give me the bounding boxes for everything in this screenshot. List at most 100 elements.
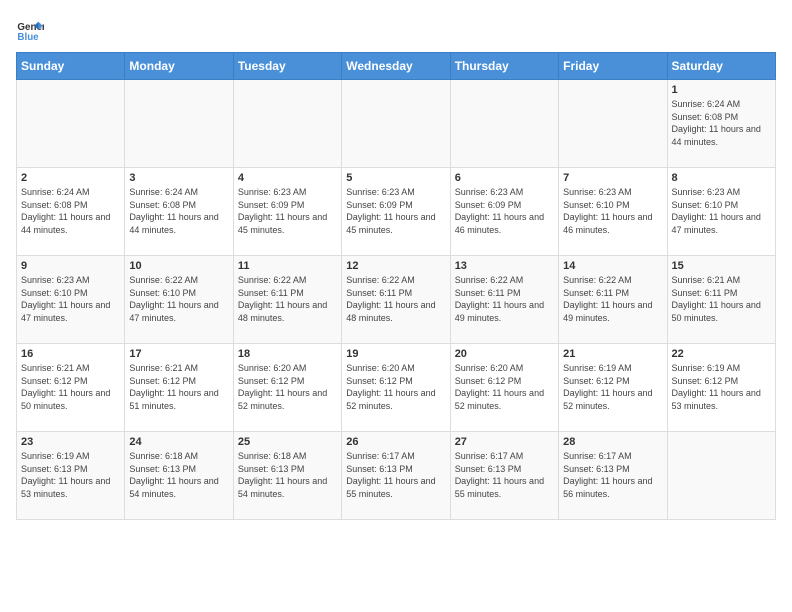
day-info: Sunrise: 6:19 AM Sunset: 6:13 PM Dayligh… (21, 450, 120, 500)
day-number: 4 (238, 172, 337, 184)
header-friday: Friday (559, 53, 667, 80)
calendar-week-3: 9 Sunrise: 6:23 AM Sunset: 6:10 PM Daylig… (17, 256, 776, 344)
calendar-cell: 25Sunrise: 6:18 AM Sunset: 6:13 PM Dayli… (233, 432, 341, 520)
calendar-cell (450, 80, 558, 168)
day-number: 5 (346, 172, 445, 184)
calendar-cell (667, 432, 775, 520)
calendar-week-4: 16 Sunrise: 6:21 AM Sunset: 6:12 PM Dayli… (17, 344, 776, 432)
day-info: Sunrise: 6:21 AM Sunset: 6:12 PM Dayligh… (21, 362, 120, 412)
calendar-cell: 14 Sunrise: 6:22 AM Sunset: 6:11 PM Dayli… (559, 256, 667, 344)
day-info: Sunrise: 6:18 AM Sunset: 6:13 PM Dayligh… (129, 450, 228, 500)
day-number: 15 (672, 260, 771, 272)
calendar-cell: 19 Sunrise: 6:20 AM Sunset: 6:12 PM Dayli… (342, 344, 450, 432)
logo-icon: General Blue (16, 16, 44, 44)
calendar-cell: 16 Sunrise: 6:21 AM Sunset: 6:12 PM Dayli… (17, 344, 125, 432)
day-number: 10 (129, 260, 228, 272)
calendar-cell: 22Sunrise: 6:19 AM Sunset: 6:12 PM Dayli… (667, 344, 775, 432)
calendar-cell (559, 80, 667, 168)
calendar-cell: 28 Sunrise: 6:17 AM Sunset: 6:13 PM Dayli… (559, 432, 667, 520)
svg-text:Blue: Blue (17, 32, 39, 43)
day-info: Sunrise: 6:22 AM Sunset: 6:10 PM Dayligh… (129, 274, 228, 324)
calendar-cell: 7 Sunrise: 6:23 AM Sunset: 6:10 PM Daylig… (559, 168, 667, 256)
calendar-cell: 21 Sunrise: 6:19 AM Sunset: 6:12 PM Dayli… (559, 344, 667, 432)
day-number: 22 (672, 348, 771, 360)
calendar-week-1: 1 Sunrise: 6:24 AM Sunset: 6:08 PM Daylig… (17, 80, 776, 168)
day-number: 3 (129, 172, 228, 184)
calendar-cell: 4Sunrise: 6:23 AM Sunset: 6:09 PM Daylig… (233, 168, 341, 256)
calendar-week-2: 2 Sunrise: 6:24 AM Sunset: 6:08 PM Daylig… (17, 168, 776, 256)
calendar-cell: 9 Sunrise: 6:23 AM Sunset: 6:10 PM Daylig… (17, 256, 125, 344)
calendar-cell (233, 80, 341, 168)
header-sunday: Sunday (17, 53, 125, 80)
calendar-cell: 27 Sunrise: 6:17 AM Sunset: 6:13 PM Dayli… (450, 432, 558, 520)
calendar-cell: 1 Sunrise: 6:24 AM Sunset: 6:08 PM Daylig… (667, 80, 775, 168)
day-info: Sunrise: 6:22 AM Sunset: 6:11 PM Dayligh… (346, 274, 445, 324)
header-monday: Monday (125, 53, 233, 80)
calendar-cell: 24 Sunrise: 6:18 AM Sunset: 6:13 PM Dayli… (125, 432, 233, 520)
logo: General Blue (16, 16, 48, 44)
day-info: Sunrise: 6:24 AM Sunset: 6:08 PM Dayligh… (672, 98, 771, 148)
calendar-week-5: 23Sunrise: 6:19 AM Sunset: 6:13 PM Dayli… (17, 432, 776, 520)
calendar-header-row: SundayMondayTuesdayWednesdayThursdayFrid… (17, 53, 776, 80)
day-info: Sunrise: 6:23 AM Sunset: 6:10 PM Dayligh… (563, 186, 662, 236)
day-number: 12 (346, 260, 445, 272)
header-thursday: Thursday (450, 53, 558, 80)
day-info: Sunrise: 6:19 AM Sunset: 6:12 PM Dayligh… (563, 362, 662, 412)
day-info: Sunrise: 6:23 AM Sunset: 6:10 PM Dayligh… (21, 274, 120, 324)
calendar-cell: 26 Sunrise: 6:17 AM Sunset: 6:13 PM Dayli… (342, 432, 450, 520)
calendar-cell: 5 Sunrise: 6:23 AM Sunset: 6:09 PM Daylig… (342, 168, 450, 256)
day-info: Sunrise: 6:17 AM Sunset: 6:13 PM Dayligh… (563, 450, 662, 500)
day-number: 13 (455, 260, 554, 272)
calendar-cell: 6 Sunrise: 6:23 AM Sunset: 6:09 PM Daylig… (450, 168, 558, 256)
day-info: Sunrise: 6:24 AM Sunset: 6:08 PM Dayligh… (129, 186, 228, 236)
calendar-cell: 11Sunrise: 6:22 AM Sunset: 6:11 PM Dayli… (233, 256, 341, 344)
day-number: 16 (21, 348, 120, 360)
calendar-cell: 10 Sunrise: 6:22 AM Sunset: 6:10 PM Dayli… (125, 256, 233, 344)
day-info: Sunrise: 6:20 AM Sunset: 6:12 PM Dayligh… (346, 362, 445, 412)
day-info: Sunrise: 6:23 AM Sunset: 6:09 PM Dayligh… (346, 186, 445, 236)
day-number: 8 (672, 172, 771, 184)
day-number: 24 (129, 436, 228, 448)
day-number: 20 (455, 348, 554, 360)
day-info: Sunrise: 6:20 AM Sunset: 6:12 PM Dayligh… (238, 362, 337, 412)
day-number: 28 (563, 436, 662, 448)
day-info: Sunrise: 6:23 AM Sunset: 6:10 PM Dayligh… (672, 186, 771, 236)
calendar-cell: 2 Sunrise: 6:24 AM Sunset: 6:08 PM Daylig… (17, 168, 125, 256)
day-info: Sunrise: 6:24 AM Sunset: 6:08 PM Dayligh… (21, 186, 120, 236)
header-saturday: Saturday (667, 53, 775, 80)
day-number: 21 (563, 348, 662, 360)
day-info: Sunrise: 6:17 AM Sunset: 6:13 PM Dayligh… (346, 450, 445, 500)
calendar-cell: 17 Sunrise: 6:21 AM Sunset: 6:12 PM Dayli… (125, 344, 233, 432)
calendar-cell: 18 Sunrise: 6:20 AM Sunset: 6:12 PM Dayli… (233, 344, 341, 432)
day-number: 6 (455, 172, 554, 184)
day-info: Sunrise: 6:22 AM Sunset: 6:11 PM Dayligh… (238, 274, 337, 324)
calendar-cell: 13Sunrise: 6:22 AM Sunset: 6:11 PM Dayli… (450, 256, 558, 344)
calendar-cell (17, 80, 125, 168)
day-info: Sunrise: 6:21 AM Sunset: 6:12 PM Dayligh… (129, 362, 228, 412)
day-info: Sunrise: 6:21 AM Sunset: 6:11 PM Dayligh… (672, 274, 771, 324)
day-info: Sunrise: 6:18 AM Sunset: 6:13 PM Dayligh… (238, 450, 337, 500)
day-number: 7 (563, 172, 662, 184)
day-info: Sunrise: 6:23 AM Sunset: 6:09 PM Dayligh… (455, 186, 554, 236)
day-number: 18 (238, 348, 337, 360)
calendar-cell: 12 Sunrise: 6:22 AM Sunset: 6:11 PM Dayli… (342, 256, 450, 344)
day-number: 2 (21, 172, 120, 184)
calendar-cell: 3 Sunrise: 6:24 AM Sunset: 6:08 PM Daylig… (125, 168, 233, 256)
calendar-cell (125, 80, 233, 168)
day-number: 9 (21, 260, 120, 272)
day-number: 17 (129, 348, 228, 360)
calendar-cell: 23Sunrise: 6:19 AM Sunset: 6:13 PM Dayli… (17, 432, 125, 520)
day-info: Sunrise: 6:22 AM Sunset: 6:11 PM Dayligh… (563, 274, 662, 324)
day-number: 26 (346, 436, 445, 448)
calendar-cell (342, 80, 450, 168)
calendar-table: SundayMondayTuesdayWednesdayThursdayFrid… (16, 52, 776, 520)
header-wednesday: Wednesday (342, 53, 450, 80)
day-number: 19 (346, 348, 445, 360)
day-number: 14 (563, 260, 662, 272)
page-header: General Blue (16, 16, 776, 44)
day-number: 27 (455, 436, 554, 448)
day-number: 1 (672, 84, 771, 96)
calendar-cell: 20Sunrise: 6:20 AM Sunset: 6:12 PM Dayli… (450, 344, 558, 432)
calendar-cell: 8 Sunrise: 6:23 AM Sunset: 6:10 PM Daylig… (667, 168, 775, 256)
day-info: Sunrise: 6:17 AM Sunset: 6:13 PM Dayligh… (455, 450, 554, 500)
